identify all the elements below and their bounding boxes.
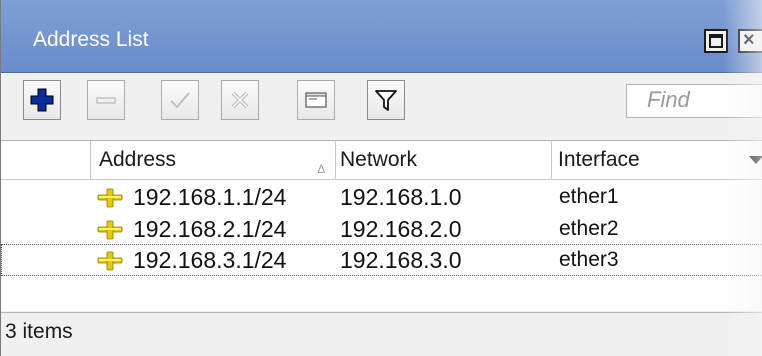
- table-row[interactable]: 192.168.2.1/24 192.168.2.0 ether2: [1, 213, 762, 245]
- table-row[interactable]: 192.168.1.1/24 192.168.1.0 ether1: [1, 181, 762, 213]
- address-cell: 192.168.2.1/24: [97, 213, 336, 245]
- interface-cell: ether2: [559, 217, 619, 240]
- address-value: 192.168.2.1/24: [133, 216, 287, 242]
- column-header-label: Network: [340, 148, 418, 171]
- table-header: Address ∆ Network Interface: [1, 141, 762, 180]
- column-header-interface[interactable]: Interface: [552, 141, 737, 179]
- filter-icon: [375, 90, 397, 111]
- maximize-button[interactable]: [704, 29, 728, 53]
- address-table: Address ∆ Network Interface 192.168.1.1/…: [1, 140, 762, 311]
- toolbar: [1, 74, 762, 138]
- filter-button[interactable]: [367, 80, 405, 120]
- disable-button[interactable]: [221, 80, 259, 120]
- address-icon: [97, 220, 123, 240]
- status-bar: 3 items: [1, 312, 762, 356]
- network-cell: 192.168.3.0: [340, 247, 462, 273]
- remove-button[interactable]: [87, 80, 125, 120]
- address-list-window: Address List × Find Address ∆ Network In…: [0, 0, 762, 356]
- check-icon: [170, 92, 190, 109]
- address-value: 192.168.3.1/24: [133, 247, 287, 273]
- address-cell: 192.168.1.1/24: [97, 181, 336, 213]
- address-icon: [97, 251, 123, 271]
- x-icon: [231, 91, 249, 109]
- enable-button[interactable]: [161, 80, 199, 120]
- network-cell: 192.168.1.0: [340, 184, 462, 210]
- plus-icon: [30, 88, 54, 112]
- comment-button[interactable]: [297, 80, 335, 120]
- comment-icon: [305, 92, 327, 108]
- address-value: 192.168.1.1/24: [133, 184, 287, 210]
- interface-cell: ether1: [559, 185, 619, 208]
- table-row[interactable]: 192.168.3.1/24 192.168.3.0 ether3: [1, 244, 762, 276]
- address-cell: 192.168.3.1/24: [97, 244, 336, 276]
- add-button[interactable]: [23, 80, 61, 120]
- close-button[interactable]: ×: [738, 29, 762, 53]
- column-header-address[interactable]: Address ∆: [91, 141, 336, 179]
- window-title: Address List: [33, 28, 149, 51]
- close-icon: ×: [743, 29, 755, 51]
- column-header-label: Interface: [558, 148, 640, 171]
- find-field[interactable]: [626, 84, 762, 118]
- find-input[interactable]: [627, 85, 762, 115]
- interface-cell: ether3: [559, 248, 619, 271]
- network-cell: 192.168.2.0: [340, 216, 462, 242]
- column-header-network[interactable]: Network: [336, 141, 552, 179]
- item-count: 3 items: [5, 320, 73, 343]
- minus-icon: [96, 97, 116, 104]
- column-menu-dropdown[interactable]: [741, 141, 762, 179]
- title-bar[interactable]: Address List ×: [1, 0, 762, 73]
- address-icon: [97, 188, 123, 208]
- column-header-label: Address: [99, 148, 177, 171]
- column-header-flags[interactable]: [1, 141, 91, 179]
